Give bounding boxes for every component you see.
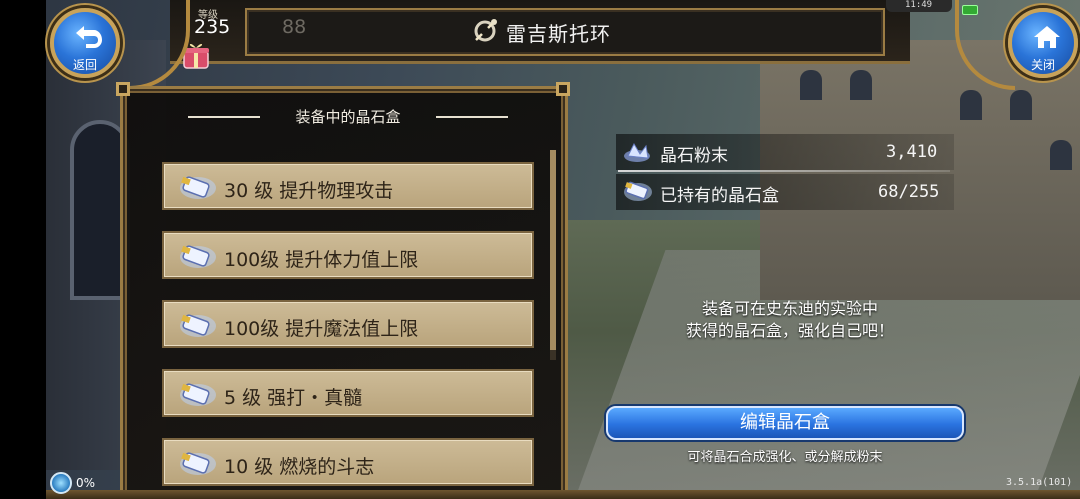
back-button[interactable]: 返回 xyxy=(50,8,120,78)
crystal-item[interactable]: 100级 提升体力值上限 xyxy=(162,231,534,279)
crystal-box-icon xyxy=(180,314,216,337)
bottom-frame xyxy=(46,490,1080,499)
panel-corner-tl xyxy=(116,82,130,96)
crystal-item-label: 10 级 燃烧的斗志 xyxy=(224,456,375,478)
crystal-item[interactable]: 100级 提升魔法值上限 xyxy=(162,300,534,348)
crystal-item-label: 5 级 强打・真髓 xyxy=(224,387,363,409)
edit-button-label: 编辑晶石盒 xyxy=(740,412,830,433)
hint-line-2: 获得的晶石盒，强化自己吧！ xyxy=(685,321,894,340)
crystal-box-icon xyxy=(180,176,216,199)
crystal-item-label: 100级 提升体力值上限 xyxy=(224,249,419,271)
close-label: 关闭 xyxy=(1030,58,1055,72)
powder-value: 3,410 xyxy=(886,142,938,162)
crystal-box-icon xyxy=(180,245,216,268)
owned-label: 已持有的晶石盒 xyxy=(660,186,779,206)
gold-ornament-left xyxy=(120,0,190,90)
hint-line-1: 装备可在史东迪的实验中 xyxy=(701,299,878,318)
crystal-powder-icon xyxy=(624,142,650,162)
powder-label: 晶石粉末 xyxy=(660,146,728,166)
edit-subtext: 可将晶石合成强化、或分解成粉末 xyxy=(687,450,883,465)
panel-corner-tr xyxy=(556,82,570,96)
owned-value: 68/255 xyxy=(878,182,940,202)
hint-text: 装备可在史东迪的实验中 获得的晶石盒，强化自己吧！ xyxy=(600,298,980,342)
scrollbar-thumb[interactable] xyxy=(550,150,556,350)
left-black-bar xyxy=(0,0,46,499)
ghost-number: 88 xyxy=(282,16,307,38)
back-label: 返回 xyxy=(72,58,97,72)
level-value: 235 xyxy=(194,16,231,38)
close-button[interactable]: 关闭 xyxy=(1008,8,1078,78)
clock-time: 11:49 xyxy=(905,0,933,10)
progress-text: 0% xyxy=(76,476,96,490)
version-text: 3.5.1a(101) xyxy=(1006,477,1073,488)
crystal-item[interactable]: 30 级 提升物理攻击 xyxy=(162,162,534,210)
home-icon xyxy=(1034,26,1060,48)
crystal-box-icon xyxy=(624,181,652,201)
page-title: 雷吉斯托环 xyxy=(506,22,611,46)
crystal-item-label: 30 级 提升物理攻击 xyxy=(224,180,394,202)
back-arrow-icon xyxy=(76,26,102,48)
crystal-item[interactable]: 5 级 强打・真髓 xyxy=(162,369,534,417)
info-divider xyxy=(618,170,950,172)
crystal-box-icon xyxy=(180,452,216,475)
game-screen: 雷吉斯托环 等级 235 88 11:49 返回 关闭 装备中的晶石盒 30 级… xyxy=(0,0,1080,499)
ring-accessory-icon xyxy=(474,19,497,42)
edit-crystal-box-button[interactable]: 编辑晶石盒 xyxy=(606,406,964,440)
crystal-box-icon xyxy=(180,383,216,406)
download-progress-icon xyxy=(50,472,72,494)
crystal-item-label: 100级 提升魔法值上限 xyxy=(224,318,419,340)
panel-header: 装备中的晶石盒 xyxy=(295,108,401,126)
crystal-item[interactable]: 10 级 燃烧的斗志 xyxy=(162,438,534,486)
